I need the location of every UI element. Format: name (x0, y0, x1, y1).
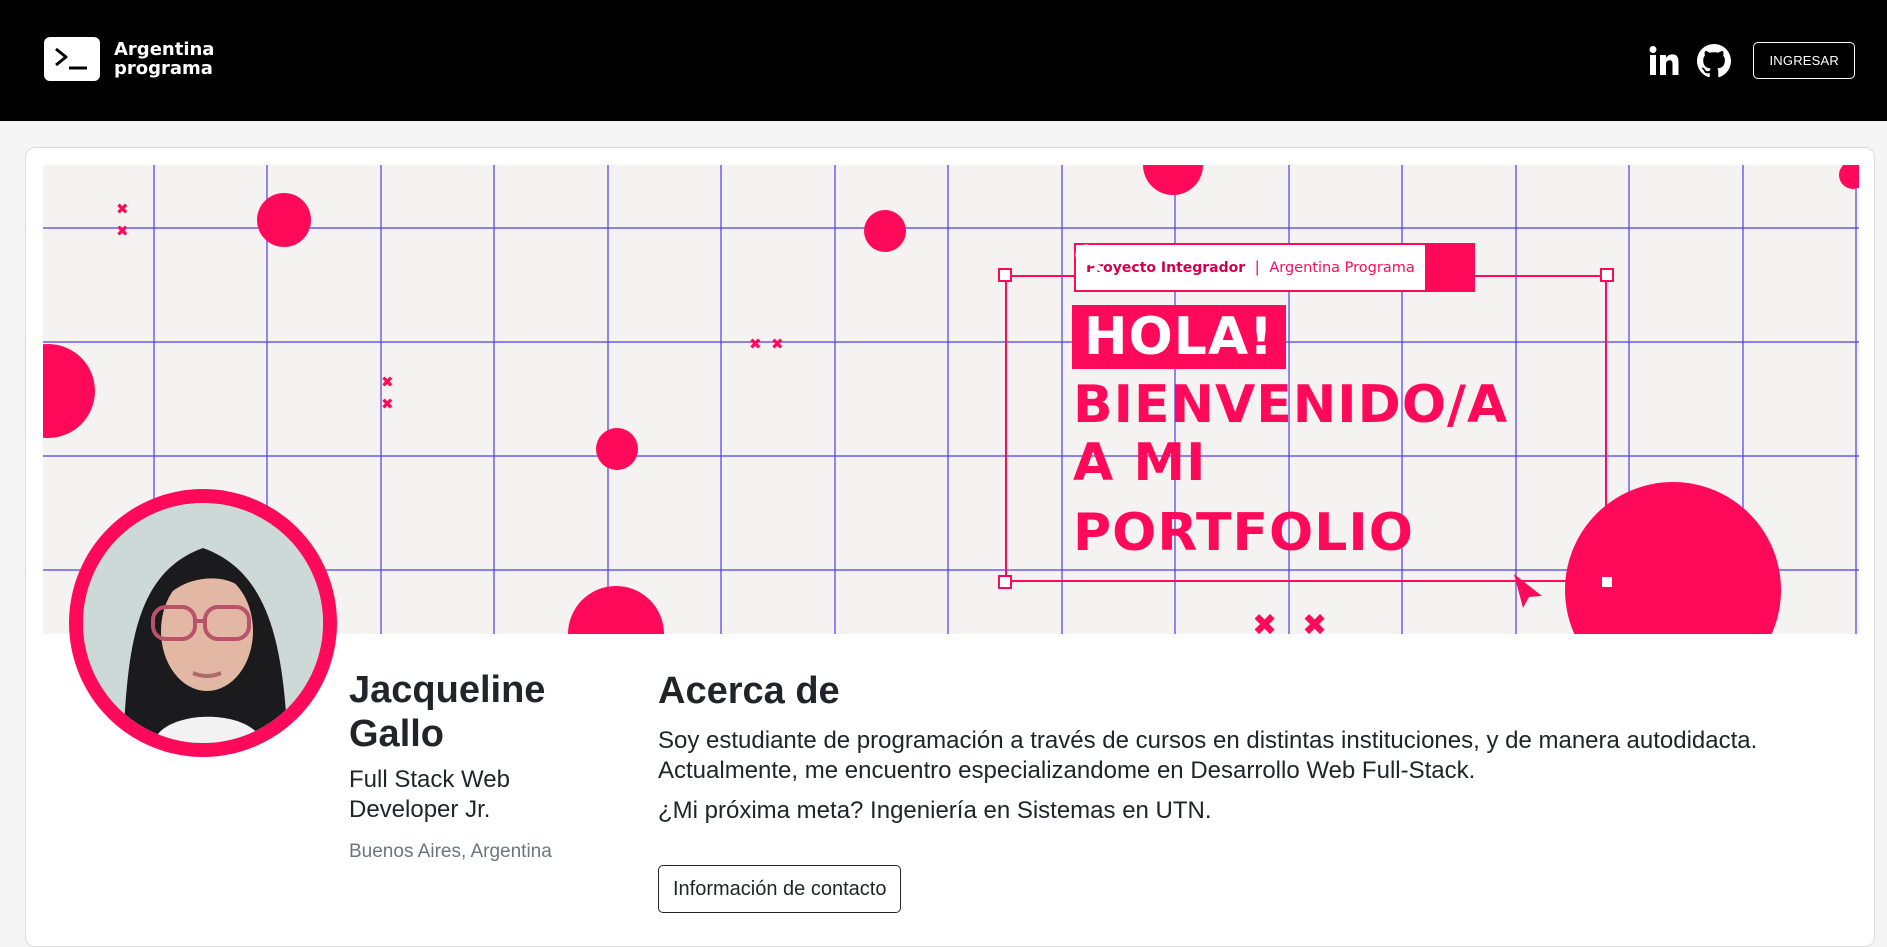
banner-tagbar: Proyecto Integrador | Argentina Programa (1074, 243, 1475, 292)
profile-name: Jacqueline Gallo (349, 668, 545, 756)
name-last: Gallo (349, 713, 445, 755)
profile-card: ✖ ✖ ✖ ✖ ✖ ✖ ✖ ✖ Proyecto Integrador | Ar… (25, 147, 1875, 947)
brand-logo[interactable]: Argentina programa (44, 37, 214, 81)
brand-line2: programa (114, 58, 213, 79)
frame-handle (1600, 575, 1614, 589)
svg-text:✖: ✖ (381, 395, 394, 413)
brand-line1: Argentina (114, 39, 215, 60)
svg-text:✖: ✖ (1302, 608, 1327, 634)
banner-tag: Proyecto Integrador | Argentina Programa (1074, 243, 1427, 292)
github-icon[interactable] (1697, 43, 1732, 78)
profile-photo (83, 503, 323, 743)
navbar: Argentina programa INGRESAR (0, 0, 1887, 121)
linkedin-icon[interactable] (1647, 44, 1681, 78)
tag-separator: | (1255, 258, 1260, 276)
svg-text:✖: ✖ (381, 373, 394, 391)
banner-line-a-mi: A MI (1073, 433, 1207, 493)
profile-location: Buenos Aires, Argentina (349, 841, 552, 862)
svg-text:✖: ✖ (771, 335, 784, 353)
banner-line-portfolio: PORTFOLIO (1073, 503, 1414, 563)
login-button[interactable]: INGRESAR (1753, 42, 1855, 79)
frame-handle (998, 575, 1012, 589)
search-icon (1075, 243, 1475, 292)
tag-program: Argentina Programa (1269, 259, 1415, 276)
frame-handle (1600, 268, 1614, 282)
svg-text:✖: ✖ (749, 335, 762, 353)
banner-hola: HOLA! (1072, 305, 1286, 369)
about-goal: ¿Mi próxima meta? Ingeniería en Sistemas… (658, 797, 1212, 824)
svg-text:✖: ✖ (116, 200, 129, 218)
terminal-icon (44, 37, 100, 81)
svg-text:✖: ✖ (116, 222, 129, 240)
avatar (69, 489, 337, 757)
frame-handle (998, 268, 1012, 282)
about-title: Acerca de (658, 670, 840, 712)
banner-line-bienvenido: BIENVENIDO/A (1073, 375, 1509, 435)
name-first: Jacqueline (349, 669, 546, 711)
tag-project: Proyecto Integrador (1086, 259, 1246, 276)
contact-info-button[interactable]: Información de contacto (658, 865, 902, 913)
about-text: Soy estudiante de programación a través … (658, 727, 1758, 784)
profile-role: Full Stack Web Developer Jr. (349, 766, 510, 823)
svg-text:✖: ✖ (1252, 608, 1277, 634)
brand-name: Argentina programa (114, 40, 214, 78)
